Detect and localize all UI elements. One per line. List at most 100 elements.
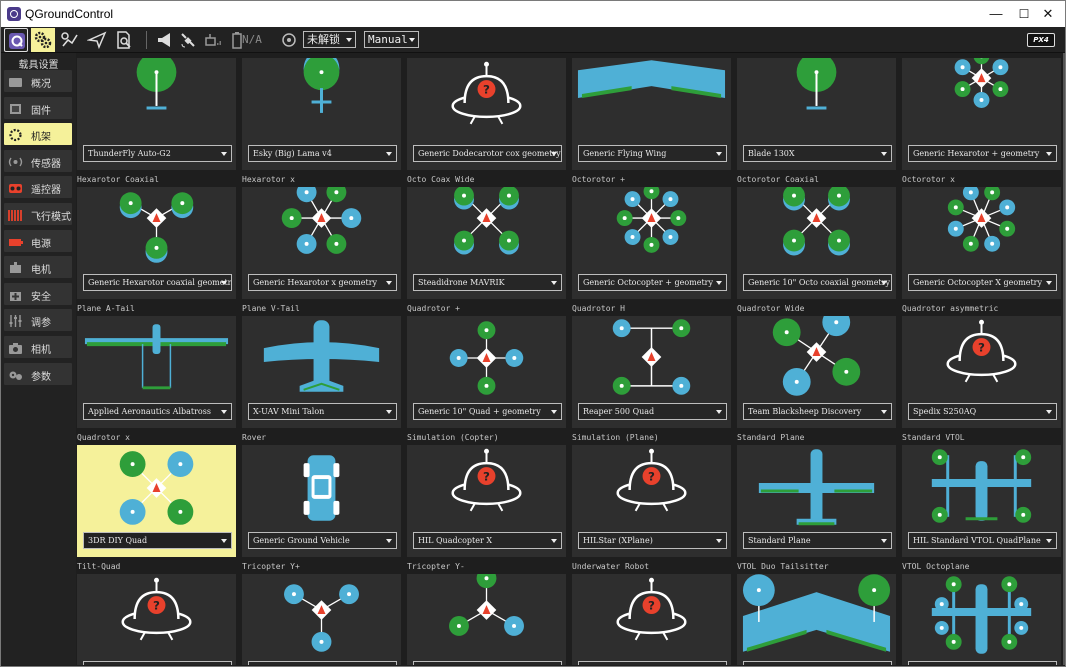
airframe-model-dropdown[interactable]: Caipiroshka Duo Tailsitter	[743, 661, 892, 665]
qgc-logo-icon[interactable]	[4, 28, 28, 52]
scrollbar[interactable]	[1063, 53, 1065, 665]
airframe-model-dropdown[interactable]: Generic Tricopter Y- Geometry	[413, 661, 562, 665]
vehicle-setup-icon[interactable]	[31, 28, 55, 52]
megaphone-icon[interactable]	[153, 28, 177, 52]
airframe-model-dropdown[interactable]: Generic 10" Quad + geometry	[413, 403, 562, 420]
airframe-cell: Plane V-Tail X-UAV Mini Talon	[241, 303, 401, 428]
airframe-model-dropdown[interactable]: HILStar (XPlane)	[578, 532, 727, 549]
quadplus-airframe-icon	[407, 316, 566, 404]
airframe-model-dropdown[interactable]: 3DR DIY Quad	[83, 532, 232, 549]
airframe-model-dropdown[interactable]: Spedix S250AQ	[908, 403, 1057, 420]
airframe-model-dropdown[interactable]: Esky (Big) Lama v4	[248, 145, 397, 162]
sidebar-item-motors[interactable]: 电机	[4, 256, 72, 279]
motors-icon	[8, 260, 23, 274]
sidebar-item-camera[interactable]: 相机	[4, 336, 72, 358]
airframe-model-dropdown[interactable]: Generic Flying Wing	[578, 145, 727, 162]
sidebar-item-safety[interactable]: 安全	[4, 282, 72, 305]
airframe-card[interactable]: ? Tilt-Quadrotor	[77, 574, 236, 665]
sidebar-item-sensors[interactable]: 传感器	[4, 149, 72, 172]
airframe-card[interactable]: Blade 130X	[737, 53, 896, 170]
airframe-card[interactable]: Caipiroshka Duo Tailsitter	[737, 574, 896, 665]
sidebar-item-label: 参数	[31, 371, 51, 383]
airframe-card[interactable]: Generic 10" Quad + geometry	[407, 316, 566, 428]
analyze-icon[interactable]	[112, 28, 136, 52]
duotail-airframe-icon	[737, 574, 896, 662]
airframe-model-dropdown[interactable]: Team Blacksheep Discovery	[743, 403, 892, 420]
airframe-model-dropdown[interactable]: Generic Octoplane VTOL	[908, 661, 1057, 665]
airframe-card[interactable]: Steadidrone MAVRIK	[407, 185, 566, 299]
airframe-model-dropdown[interactable]: Generic Octocopter + geometry	[578, 274, 727, 291]
airframe-type-title: Hexarotor Coaxial	[77, 175, 159, 184]
airframe-card[interactable]: Generic Tricopter Y- Geometry	[407, 568, 566, 665]
airframe-model-dropdown[interactable]: Generic 10" Octo coaxial geometry	[743, 274, 892, 291]
window-title: QGroundControl	[25, 7, 114, 21]
airframe-card[interactable]: ? HILStar (XPlane)	[572, 445, 731, 557]
airframe-model-dropdown[interactable]: HIL Standard VTOL QuadPlane	[908, 532, 1057, 549]
airframe-card[interactable]: Generic Flying Wing	[572, 58, 731, 170]
airframe-model-dropdown[interactable]: Reaper 500 Quad	[578, 403, 727, 420]
airframe-model-dropdown[interactable]: Steadidrone MAVRIK	[413, 274, 562, 291]
airframe-card[interactable]: Generic Hexarotor x geometry	[242, 182, 401, 299]
quadwide-airframe-icon	[737, 308, 896, 404]
airframe-card[interactable]: Generic Tricopter Y+ Geometry	[242, 574, 401, 665]
airframe-card[interactable]: Generic Octoplane VTOL	[902, 574, 1061, 665]
airframe-model-dropdown[interactable]: Generic Underwater Robot	[578, 661, 727, 665]
airframe-model-dropdown[interactable]: Generic Dodecarotor cox geometry	[413, 145, 562, 162]
airframe-card[interactable]: Generic Hexarotor coaxial geometry	[77, 187, 236, 299]
close-button[interactable]: ✕	[1025, 1, 1065, 27]
airframe-card[interactable]: HIL Standard VTOL QuadPlane	[902, 445, 1061, 557]
airframe-model-dropdown[interactable]: Generic Octocopter X geometry	[908, 274, 1057, 291]
sidebar-item-airframe[interactable]: 机架	[4, 123, 72, 146]
airframe-card[interactable]: Esky (Big) Lama v4	[242, 53, 401, 170]
airframe-card[interactable]: Reaper 500 Quad	[572, 316, 731, 428]
airframe-model-dropdown[interactable]: Generic Tricopter Y+ Geometry	[248, 661, 397, 665]
airframe-model-dropdown[interactable]: X-UAV Mini Talon	[248, 403, 397, 420]
airframe-model-dropdown[interactable]: Applied Aeronautics Albatross	[83, 403, 232, 420]
airframe-card[interactable]: X-UAV Mini Talon	[242, 316, 401, 428]
airframe-card[interactable]: ? Generic Underwater Robot	[572, 574, 731, 665]
sidebar-item-flight-modes[interactable]: 飞行模式	[4, 203, 72, 225]
sidebar-item-label: 飞行模式	[31, 212, 71, 223]
airframe-card[interactable]: ? Generic Dodecarotor cox geometry	[407, 58, 566, 170]
sidebar-item-parameters[interactable]: 参数	[4, 362, 72, 385]
sidebar-item-radio[interactable]: 遥控器	[4, 176, 72, 199]
airframe-card[interactable]: Generic Octocopter + geometry	[572, 183, 731, 299]
plane-airframe-icon	[737, 445, 896, 533]
fly-icon[interactable]	[85, 28, 109, 52]
airframe-card[interactable]: Team Blacksheep Discovery	[737, 308, 896, 428]
airframe-type-title: Standard Plane	[737, 433, 805, 442]
airframe-model-dropdown[interactable]: Tilt-Quadrotor	[83, 661, 232, 665]
sidebar-item-power[interactable]: 电源	[4, 229, 72, 252]
sidebar-item-summary[interactable]: 概况	[4, 70, 72, 92]
airframe-model-dropdown[interactable]: Generic Hexarotor + geometry	[908, 145, 1057, 162]
airframe-type-title: Simulation (Copter)	[407, 433, 499, 442]
airframe-model-dropdown[interactable]: Generic Hexarotor x geometry	[248, 274, 397, 291]
airframe-card[interactable]: Generic 10" Octo coaxial geometry	[737, 184, 896, 299]
airframe-card[interactable]: 3DR DIY Quad	[77, 445, 236, 557]
gps-target-icon[interactable]	[277, 28, 301, 52]
airframe-card[interactable]: Generic Hexarotor + geometry	[902, 53, 1061, 170]
sidebar-item-label: 电源	[31, 238, 51, 250]
octoplane-airframe-icon	[902, 574, 1061, 662]
airframe-model-dropdown[interactable]: HIL Quadcopter X	[413, 532, 562, 549]
airframe-card[interactable]: ? Spedix S250AQ	[902, 316, 1061, 428]
airframe-model-dropdown[interactable]: Generic Hexarotor coaxial geometry	[83, 274, 232, 291]
airframe-card[interactable]: Standard Plane	[737, 445, 896, 557]
airframe-model-dropdown[interactable]: Blade 130X	[743, 145, 892, 162]
airframe-card[interactable]: ThunderFly Auto-G2	[77, 53, 236, 170]
airframe-card[interactable]: Applied Aeronautics Albatross	[77, 316, 236, 428]
flight-mode-dropdown[interactable]: Manual	[364, 31, 419, 48]
airframe-cell: Generic Hexarotor + geometry	[901, 53, 1061, 170]
plan-icon[interactable]	[58, 28, 82, 52]
gps-icon[interactable]	[176, 28, 200, 52]
sidebar-item-firmware[interactable]: 固件	[4, 96, 72, 119]
arm-status-dropdown[interactable]: 未解锁	[303, 31, 356, 48]
planeatail-airframe-icon	[77, 316, 236, 404]
sidebar-item-tuning[interactable]: 调参	[4, 309, 72, 332]
airframe-card[interactable]: Generic Octocopter X geometry	[902, 184, 1061, 299]
airframe-card[interactable]: ? HIL Quadcopter X	[407, 445, 566, 557]
airframe-card[interactable]: Generic Ground Vehicle	[242, 445, 401, 557]
airframe-model-dropdown[interactable]: ThunderFly Auto-G2	[83, 145, 232, 162]
airframe-model-dropdown[interactable]: Standard Plane	[743, 532, 892, 549]
airframe-model-dropdown[interactable]: Generic Ground Vehicle	[248, 532, 397, 549]
